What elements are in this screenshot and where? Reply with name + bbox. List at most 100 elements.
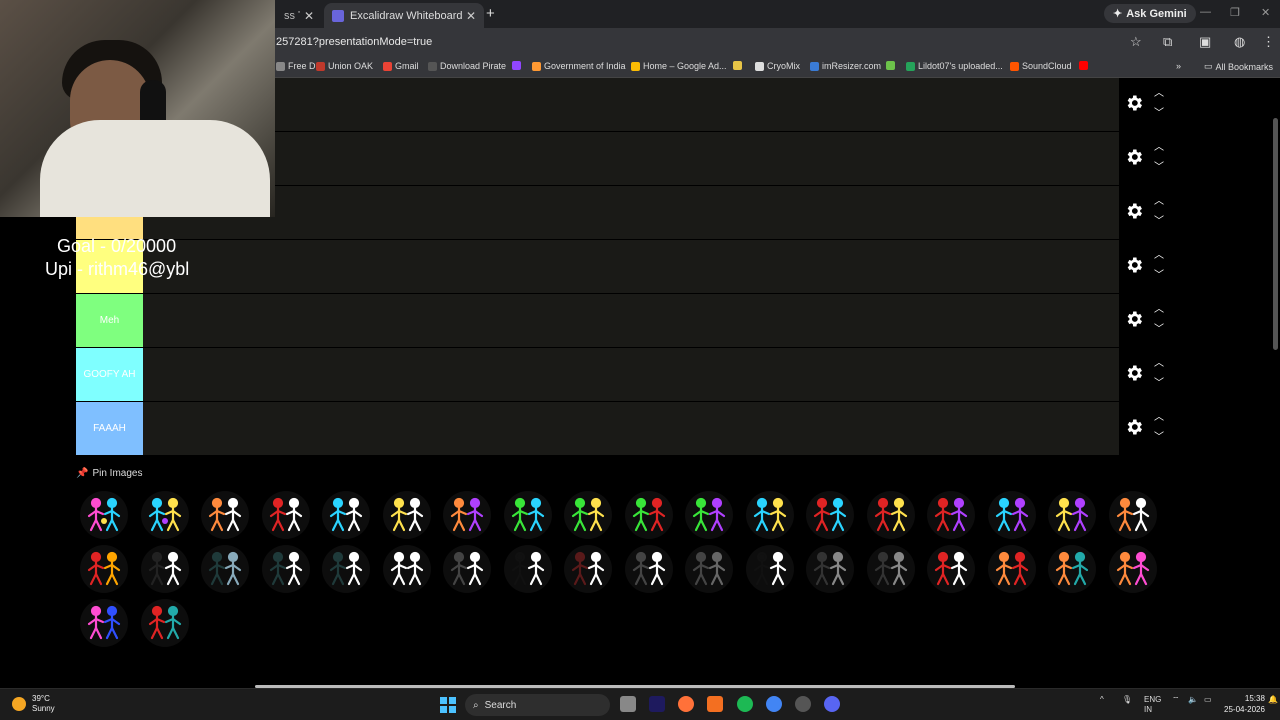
profile-avatar-icon[interactable]: ◍ bbox=[1234, 34, 1245, 50]
character-image-thumbnail[interactable] bbox=[742, 490, 798, 540]
clock[interactable]: 15:38 25-04-2026 bbox=[1224, 693, 1265, 715]
chevron-up-icon[interactable]: ︿ bbox=[1154, 246, 1164, 261]
weather-widget[interactable]: 39°C Sunny bbox=[12, 694, 55, 714]
pin-images-toggle[interactable]: 📌 Pin Images bbox=[76, 468, 142, 479]
chevron-down-icon[interactable]: ﹀ bbox=[1154, 158, 1164, 173]
language-indicator[interactable]: ENG IN bbox=[1144, 695, 1161, 715]
character-image-thumbnail[interactable] bbox=[1105, 544, 1161, 594]
chevron-down-icon[interactable]: ﹀ bbox=[1154, 266, 1164, 281]
more-bookmarks-chevron[interactable]: » bbox=[1176, 61, 1181, 71]
bookmark-item[interactable]: SoundCloud bbox=[1010, 61, 1072, 71]
bookmark-item[interactable]: Government of India bbox=[532, 61, 626, 71]
discord-icon[interactable] bbox=[824, 696, 840, 712]
character-image-thumbnail[interactable] bbox=[137, 544, 193, 594]
character-image-thumbnail[interactable] bbox=[742, 544, 798, 594]
chevron-down-icon[interactable]: ﹀ bbox=[1154, 212, 1164, 227]
minimize-icon[interactable]: — bbox=[1200, 6, 1211, 18]
scrollbar-thumb[interactable] bbox=[1273, 118, 1278, 350]
bookmark-item[interactable] bbox=[733, 61, 745, 70]
character-image-thumbnail[interactable] bbox=[621, 544, 677, 594]
tier-drop-zone[interactable] bbox=[143, 240, 1119, 293]
tier-label[interactable]: FAAAH bbox=[76, 402, 143, 455]
character-image-thumbnail[interactable] bbox=[379, 490, 435, 540]
all-bookmarks[interactable]: ▭ All Bookmarks bbox=[1204, 61, 1273, 72]
character-image-thumbnail[interactable] bbox=[863, 490, 919, 540]
character-image-thumbnail[interactable] bbox=[137, 490, 193, 540]
extensions-icon[interactable]: ⧉ bbox=[1163, 34, 1172, 50]
restore-icon[interactable]: ❐ bbox=[1230, 6, 1240, 19]
premiere-pro-icon[interactable] bbox=[649, 696, 665, 712]
character-image-thumbnail[interactable] bbox=[681, 490, 737, 540]
bookmark-item[interactable] bbox=[886, 61, 898, 70]
gear-icon[interactable] bbox=[1124, 147, 1144, 167]
character-image-thumbnail[interactable] bbox=[500, 544, 556, 594]
battery-icon[interactable]: ▭ bbox=[1204, 695, 1212, 704]
character-image-thumbnail[interactable] bbox=[1044, 544, 1100, 594]
bookmark-star-icon[interactable]: ☆ bbox=[1130, 34, 1142, 50]
character-image-thumbnail[interactable] bbox=[318, 490, 374, 540]
close-window-icon[interactable]: ✕ bbox=[1261, 6, 1270, 19]
tier-drop-zone[interactable] bbox=[143, 294, 1119, 347]
bookmark-item[interactable] bbox=[512, 61, 524, 70]
character-image-thumbnail[interactable] bbox=[500, 490, 556, 540]
character-image-thumbnail[interactable] bbox=[1105, 490, 1161, 540]
tier-label[interactable]: Meh bbox=[76, 294, 143, 347]
bookmark-item[interactable]: Union OAK bbox=[316, 61, 373, 71]
url-field[interactable]: 257281?presentationMode=true bbox=[276, 36, 432, 48]
bookmark-item[interactable]: Download Pirate bbox=[428, 61, 506, 71]
windows-start-icon[interactable] bbox=[440, 697, 456, 713]
gear-icon[interactable] bbox=[1124, 417, 1144, 437]
character-image-thumbnail[interactable] bbox=[1044, 490, 1100, 540]
chevron-up-icon[interactable]: ︿ bbox=[1154, 84, 1164, 99]
character-image-thumbnail[interactable] bbox=[621, 490, 677, 540]
bookmark-item[interactable] bbox=[1079, 61, 1091, 70]
microphone-icon[interactable]: 🎙 bbox=[1122, 695, 1132, 704]
close-tab-icon[interactable]: ✕ bbox=[466, 9, 476, 23]
volume-icon[interactable]: 🔈 bbox=[1188, 695, 1198, 704]
new-tab-button[interactable]: + bbox=[486, 5, 495, 22]
ask-gemini-button[interactable]: ✦ Ask Gemini bbox=[1104, 4, 1196, 23]
character-image-thumbnail[interactable] bbox=[439, 490, 495, 540]
bookmark-item[interactable]: CryoMix bbox=[755, 61, 800, 71]
gear-icon[interactable] bbox=[1124, 93, 1144, 113]
side-panel-icon[interactable]: ▣ bbox=[1199, 34, 1211, 50]
character-image-thumbnail[interactable] bbox=[439, 544, 495, 594]
wifi-icon[interactable]: ⌔ bbox=[1172, 695, 1180, 705]
menu-kebab-icon[interactable]: ⋮ bbox=[1262, 34, 1275, 50]
character-image-thumbnail[interactable] bbox=[681, 544, 737, 594]
tier-drop-zone[interactable] bbox=[143, 132, 1119, 185]
chevron-down-icon[interactable]: ﹀ bbox=[1154, 428, 1164, 443]
chevron-up-icon[interactable]: ︿ bbox=[1154, 300, 1164, 315]
character-image-thumbnail[interactable] bbox=[197, 544, 253, 594]
chevron-up-icon[interactable]: ︿ bbox=[1154, 138, 1164, 153]
tier-drop-zone[interactable] bbox=[143, 402, 1119, 455]
fl-studio-icon[interactable] bbox=[707, 696, 723, 712]
chevron-down-icon[interactable]: ﹀ bbox=[1154, 320, 1164, 335]
character-image-thumbnail[interactable] bbox=[863, 544, 919, 594]
gear-icon[interactable] bbox=[1124, 201, 1144, 221]
character-image-thumbnail[interactable] bbox=[258, 544, 314, 594]
bookmark-item[interactable]: imResizer.com bbox=[810, 61, 881, 71]
gear-icon[interactable] bbox=[1124, 255, 1144, 275]
tier-drop-zone[interactable] bbox=[143, 78, 1119, 131]
character-image-thumbnail[interactable] bbox=[560, 544, 616, 594]
gear-icon[interactable] bbox=[1124, 363, 1144, 383]
close-tab-icon[interactable]: ✕ bbox=[304, 9, 314, 23]
firefox-icon[interactable] bbox=[678, 696, 694, 712]
tier-drop-zone[interactable] bbox=[143, 348, 1119, 401]
chevron-down-icon[interactable]: ﹀ bbox=[1154, 374, 1164, 389]
chrome-icon[interactable] bbox=[766, 696, 782, 712]
character-image-thumbnail[interactable] bbox=[137, 598, 193, 648]
taskbar-search[interactable]: ⌕ Search bbox=[465, 694, 610, 716]
spotify-icon[interactable] bbox=[737, 696, 753, 712]
character-image-thumbnail[interactable] bbox=[258, 490, 314, 540]
notification-icon[interactable]: 🔔 bbox=[1268, 695, 1278, 704]
bookmark-item[interactable]: Gmail bbox=[383, 61, 419, 71]
chevron-up-icon[interactable]: ︿ bbox=[1154, 192, 1164, 207]
chevron-up-icon[interactable]: ︿ bbox=[1154, 354, 1164, 369]
tier-drop-zone[interactable] bbox=[143, 186, 1119, 239]
obs-icon[interactable] bbox=[795, 696, 811, 712]
bookmark-item[interactable]: Lildot07's uploaded... bbox=[906, 61, 1003, 71]
character-image-thumbnail[interactable] bbox=[379, 544, 435, 594]
character-image-thumbnail[interactable] bbox=[802, 544, 858, 594]
